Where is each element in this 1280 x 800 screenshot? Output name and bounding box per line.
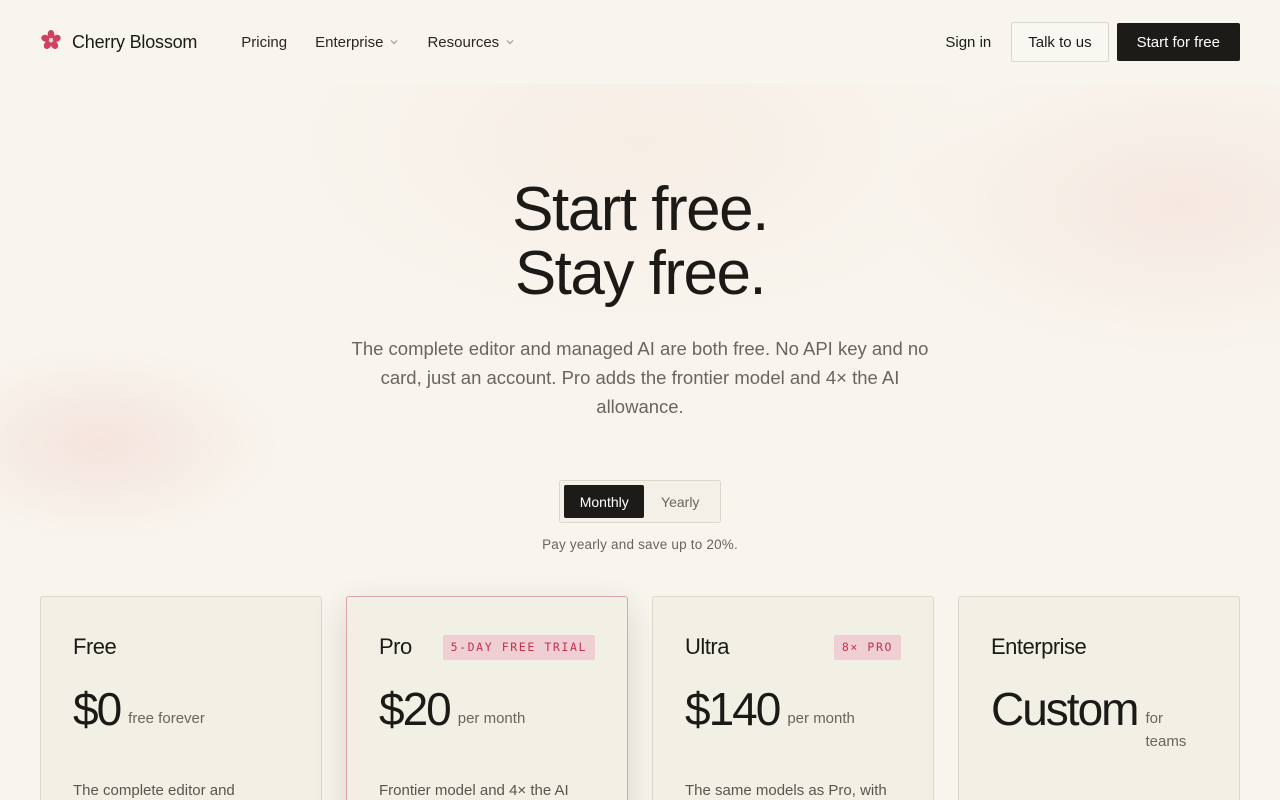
nav-links: Pricing Enterprise Resources: [241, 34, 515, 51]
plan-card-pro: Pro 5-DAY FREE TRIAL $20 per month Front…: [346, 596, 628, 800]
plan-name: Free: [73, 634, 117, 659]
plan-price: $0: [73, 683, 122, 735]
plan-name: Ultra: [685, 634, 729, 659]
nav-resources[interactable]: Resources: [427, 34, 515, 51]
yearly-option[interactable]: Yearly: [644, 485, 716, 518]
plan-price: $20: [379, 683, 452, 735]
billing-toggle: Monthly Yearly: [559, 480, 721, 523]
top-nav: Cherry Blossom Pricing Enterprise Resour…: [0, 0, 1280, 84]
nav-enterprise[interactable]: Enterprise: [315, 34, 399, 51]
plan-name: Enterprise: [991, 634, 1087, 659]
brand[interactable]: Cherry Blossom: [40, 29, 197, 56]
nav-actions: Sign in Talk to us Start for free: [933, 22, 1240, 62]
hero-title: Start free. Stay free.: [0, 178, 1280, 306]
hero-title-line-1: Start free.: [512, 175, 769, 244]
trial-badge: 5-DAY FREE TRIAL: [442, 634, 595, 660]
plan-price: Custom: [991, 683, 1139, 735]
hero-title-line-2: Stay free.: [514, 239, 767, 308]
chevron-down-icon: [391, 40, 398, 45]
price-row: $0 free forever: [73, 683, 289, 735]
talk-to-us-button[interactable]: Talk to us: [1011, 22, 1109, 62]
plan-period: per month: [457, 710, 526, 727]
plan-header: Enterprise: [991, 633, 1207, 661]
plan-price: $140: [685, 683, 781, 735]
plan-description: The same models as Pro, with: [685, 782, 887, 799]
cherry-blossom-icon: [40, 29, 62, 56]
plan-name: Pro: [379, 634, 412, 659]
nav-pricing-label: Pricing: [241, 33, 288, 51]
hero-subtitle: The complete editor and managed AI are b…: [351, 338, 929, 417]
nav-enterprise-label: Enterprise: [315, 33, 384, 51]
plan-description: Frontier model and 4× the AI: [379, 782, 569, 799]
monthly-option[interactable]: Monthly: [564, 485, 645, 518]
sign-in-link[interactable]: Sign in: [933, 34, 1003, 51]
brand-name: Cherry Blossom: [72, 31, 198, 52]
hero: Start free. Stay free. The complete edit…: [0, 178, 1280, 421]
plan-header: Free: [73, 633, 289, 661]
plan-card-ultra: Ultra 8× PRO $140 per month The same mod…: [652, 596, 934, 800]
plan-header: Pro 5-DAY FREE TRIAL: [379, 633, 595, 661]
plan-period: free forever: [128, 710, 205, 727]
price-row: $140 per month: [685, 683, 901, 735]
plan-card-free: Free $0 free forever The complete editor…: [40, 596, 322, 800]
multiplier-badge: 8× PRO: [833, 634, 901, 660]
nav-resources-label: Resources: [427, 33, 500, 51]
nav-pricing[interactable]: Pricing: [241, 34, 287, 51]
price-row: $20 per month: [379, 683, 595, 735]
price-row: Custom for teams: [991, 683, 1207, 753]
start-for-free-button[interactable]: Start for free: [1116, 23, 1240, 61]
plan-period: per month: [787, 710, 855, 727]
yearly-savings-note: Pay yearly and save up to 20%.: [542, 537, 738, 552]
plan-description: The complete editor and: [73, 782, 235, 799]
plan-period: for teams: [1145, 710, 1187, 750]
plan-header: Ultra 8× PRO: [685, 633, 901, 661]
chevron-down-icon: [506, 40, 514, 45]
plan-card-enterprise: Enterprise Custom for teams: [958, 596, 1240, 800]
